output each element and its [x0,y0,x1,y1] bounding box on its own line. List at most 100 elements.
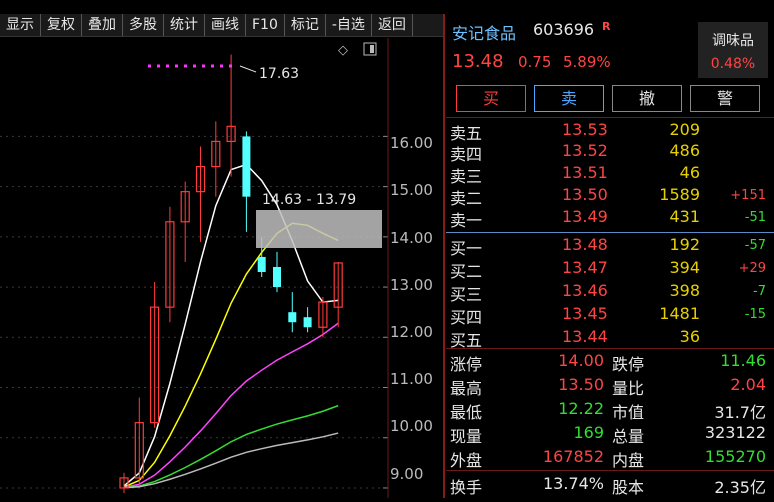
stat-label: 量比 [612,379,645,398]
ask-label: 卖一 [450,211,483,230]
price-range-box [256,210,382,248]
f10-button[interactable]: F10 [246,14,285,36]
stat-label: 跌停 [612,355,645,374]
ask-label: 卖四 [450,145,483,164]
price-alert-button[interactable]: 警 [690,85,760,112]
adjust-button[interactable]: 复权 [41,14,82,36]
high-price-label: 17.63 [259,66,299,82]
stats-divider-bottom [446,470,774,471]
bid-label: 买三 [450,285,483,304]
stat-label: 换手 [450,478,483,497]
bid-row: 买二 13.47 394 +29 [446,258,774,281]
stat-label: 外盘 [450,451,483,470]
ask-volume: 209 [669,120,700,139]
ask-row: 卖一 13.49 431 -51 [446,207,774,230]
ask-price[interactable]: 13.53 [562,120,608,139]
display-button[interactable]: 显示 [0,14,41,36]
stat-label: 现量 [450,427,483,446]
back-button[interactable]: 返回 [372,14,413,36]
stat-value: 2.04 [730,375,766,394]
overlay-button[interactable]: 叠加 [82,14,123,36]
bid-row: 买五 13.44 36 [446,327,774,350]
stock-name: 安记食品 [452,24,517,43]
candle-body [303,317,312,328]
ask-label: 卖三 [450,167,483,186]
stat-label: 总量 [612,427,645,446]
stat-label: 市值 [612,403,645,422]
ma20-line [123,322,339,489]
y-tick-label: 13.00 [390,276,433,294]
kline-chart[interactable]: 14.63 - 13.79 17.63 ◇ 16.00 15.00 14.00 … [0,38,443,498]
ask-volume: 1589 [659,185,700,204]
ask-price[interactable]: 13.51 [562,163,608,182]
stat-value: 13.74% [542,474,604,493]
bid-delta: -7 [753,284,766,299]
stat-label: 股本 [612,478,645,497]
sell-button[interactable]: 卖 [534,85,604,112]
stat-value: 31.7亿 [714,403,766,422]
mark-button[interactable]: 标记 [285,14,326,36]
ask-volume: 431 [669,207,700,226]
sector-name: 调味品 [712,33,754,49]
ask-row: 卖五 13.53 209 [446,120,774,143]
bid-delta: +29 [738,261,766,276]
bid-row: 买四 13.45 1481 -15 [446,304,774,327]
bid-row: 买三 13.46 398 -7 [446,281,774,304]
ask-price[interactable]: 13.49 [562,207,608,226]
remove-watchlist-button[interactable]: -自选 [326,14,372,36]
stat-value: 323122 [704,423,766,442]
bid-price[interactable]: 13.47 [562,258,608,277]
bid-label: 买四 [450,308,483,327]
stat-label: 最高 [450,379,483,398]
buy-button[interactable]: 买 [456,85,526,112]
ask-volume: 486 [669,141,700,160]
ask-price[interactable]: 13.52 [562,141,608,160]
stat-value: 12.22 [558,399,604,418]
stat-value: 2.35亿 [714,478,766,497]
panel-divider [443,14,445,498]
y-tick-label: 15.00 [390,181,433,199]
cancel-order-button[interactable]: 撤 [612,85,682,112]
stat-value: 155270 [704,447,766,466]
ma30-line [123,404,339,489]
ask-volume: 46 [679,163,700,182]
y-tick-label: 14.00 [390,229,433,247]
y-tick-label: 16.00 [390,134,433,152]
candle-body [257,256,266,272]
bid-row: 买一 13.48 192 -57 [446,235,774,258]
stat-value: 167852 [542,447,604,466]
bid-price[interactable]: 13.46 [562,281,608,300]
margin-badge: R [602,20,611,33]
stat-value: 13.50 [558,375,604,394]
panel-toggle-icon-fill [370,45,374,53]
stat-label: 涨停 [450,355,483,374]
stat-row: 最高 13.50 量比 2.04 [446,375,774,398]
ask-price[interactable]: 13.50 [562,185,608,204]
quote-panel: 安记食品 603696 R 13.48 0.75 5.89% 调味品 0.48%… [446,14,774,498]
bid-volume: 36 [679,327,700,346]
orderbook-divider-top [446,117,774,118]
bid-volume: 1481 [659,304,700,323]
diamond-icon[interactable]: ◇ [338,43,348,58]
last-price: 13.48 [452,51,504,72]
ask-row: 卖二 13.50 1589 +151 [446,185,774,208]
statistics-button[interactable]: 统计 [164,14,205,36]
y-tick-label: 9.00 [390,465,424,483]
candle-body [242,136,251,197]
sector-pct: 0.48% [710,56,756,72]
draw-line-button[interactable]: 画线 [205,14,246,36]
ask-delta: -51 [744,210,766,225]
bid-label: 买二 [450,262,483,281]
bid-price[interactable]: 13.44 [562,327,608,346]
stats-divider [446,348,774,349]
y-tick-label: 10.00 [390,417,433,435]
stat-label: 内盘 [612,451,645,470]
stat-row: 最低 12.22 市值 31.7亿 [446,399,774,422]
bid-delta: -15 [744,307,766,322]
bid-price[interactable]: 13.48 [562,235,608,254]
stat-row: 现量 169 总量 323122 [446,423,774,446]
multi-stock-button[interactable]: 多股 [123,14,164,36]
stat-row: 换手 13.74% 股本 2.35亿 [446,474,774,497]
bid-price[interactable]: 13.45 [562,304,608,323]
sector-box[interactable]: 调味品 0.48% [698,22,768,78]
